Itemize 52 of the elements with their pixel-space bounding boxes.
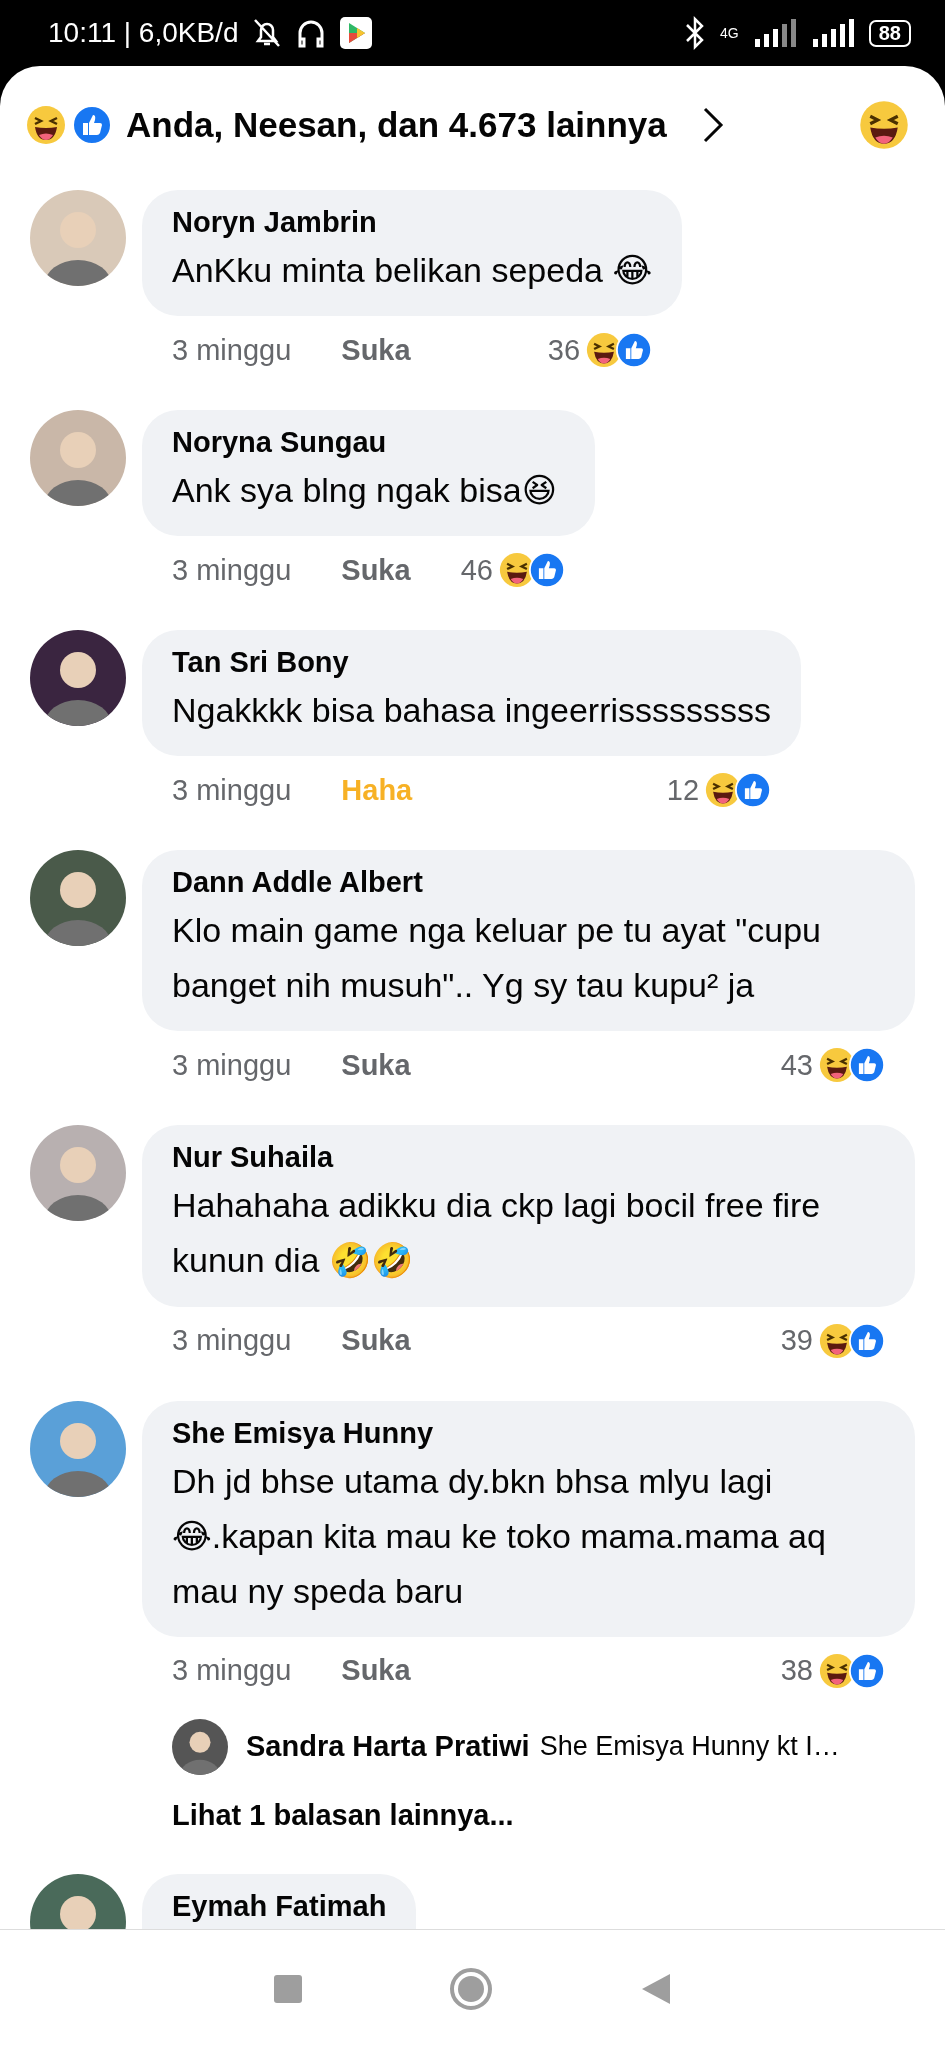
reaction-button[interactable]: Suka [341,333,411,367]
reaction-button[interactable]: Suka [341,1654,411,1688]
comment-text: Hahahaha adikku dia ckp lagi bocil free fire kunun dia 🤣🤣 [172,1185,822,1282]
comment-time: 3 minggu [172,773,292,807]
play-store-icon [340,17,373,49]
reply-text: She Emisya Hunny kt I… [539,1731,840,1763]
comment-text: AnKku minta belikan sepeda 😂 [172,250,653,291]
reaction-count: 36 [547,333,581,367]
like-icon [616,332,653,369]
like-icon [72,105,112,145]
commenter-name[interactable]: Noryn Jambrin [172,206,653,239]
reaction-button[interactable]: Suka [341,1324,411,1358]
comment-text: Ngakkkk bisa bahasa ingeerrisssssssss [172,690,772,732]
comment-time: 3 minggu [172,553,292,587]
recents-icon[interactable] [273,1974,304,2004]
reaction-count: 12 [666,773,700,807]
like-icon [849,1322,885,1359]
commenter-name[interactable]: Eymah Fatimah [172,1889,387,1929]
network-type: 4G [720,25,739,41]
reaction-count: 39 [780,1324,813,1358]
reaction-count: 38 [780,1654,813,1688]
commenter-name[interactable]: Noryna Sungau [172,426,565,460]
comment-time: 3 minggu [172,1324,292,1358]
like-icon [735,772,772,809]
commenter-name[interactable]: Dann Addle Albert [172,866,885,900]
battery-indicator: 88 [868,19,911,47]
comment-time: 3 minggu [172,333,292,367]
reactors-summary[interactable]: Anda, Neesan, dan 4.673 lainnya [126,105,667,145]
haha-icon [26,105,66,145]
reaction-count: 43 [780,1048,813,1082]
haha-reaction-icon [859,100,909,150]
comment-text: Ank sya blng ngak bisa😆 [172,470,559,512]
comment-text: Klo main game nga keluar pe tu ayat "cupu banget nih musuh".. Yg sy tau kupu² ja [172,910,823,1007]
signal-icon [752,19,797,47]
reaction-button[interactable]: Suka [341,1048,411,1082]
reaction-button[interactable]: Suka [341,553,411,587]
comment-time: 3 minggu [172,1654,292,1688]
comment-text: Dh jd bhse utama dy.bkn bhsa mlyu lagi 😂.kapan kita mau ke toko mama.mama aq mau ny speda baru [172,1460,827,1612]
reaction-count: 46 [460,553,493,587]
like-icon [849,1652,885,1689]
commenter-name[interactable]: She Emisya Hunny [172,1416,885,1450]
bell-off-icon [252,17,283,49]
signal-icon [810,19,855,47]
more-replies-link[interactable]: Lihat 1 balasan lainnya... [142,1774,915,1832]
home-icon[interactable] [449,1967,494,2011]
like-icon [528,552,565,589]
reply-author[interactable]: Sandra Harta Pratiwi [246,1730,530,1764]
like-icon [849,1047,885,1084]
status-time: 10:11 | 6,0KB/d [48,17,239,49]
commenter-name[interactable]: Nur Suhaila [172,1141,885,1175]
commenter-name[interactable]: Tan Sri Bony [172,646,772,680]
comment-time: 3 minggu [172,1048,292,1082]
